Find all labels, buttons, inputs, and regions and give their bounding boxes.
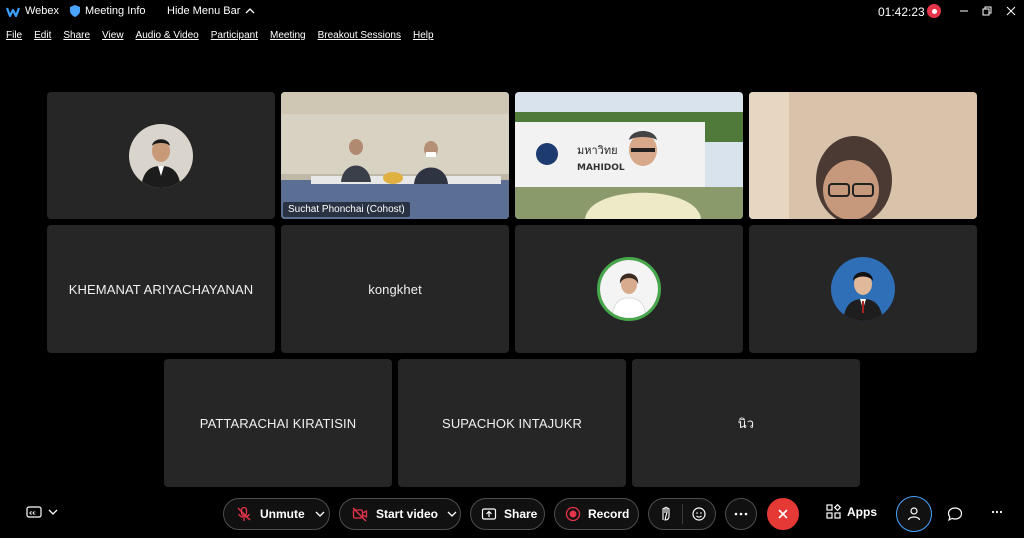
chevron-down-icon[interactable]	[315, 510, 325, 518]
participant-video-tile[interactable]	[749, 92, 977, 219]
participant-avatar	[597, 257, 661, 321]
apps-button[interactable]: Apps	[826, 504, 877, 519]
reactions-group	[648, 498, 716, 530]
menu-help[interactable]: Help	[413, 30, 434, 41]
chevron-down-icon	[48, 509, 58, 515]
more-icon	[734, 512, 748, 516]
close-icon	[778, 509, 788, 519]
restore-icon	[982, 6, 992, 16]
campus-background-video: มหาวิทย MAHIDOL	[515, 92, 743, 219]
more-panels-button[interactable]	[991, 510, 1003, 514]
hide-menu-label: Hide Menu Bar	[167, 5, 241, 17]
participant-tile[interactable]: PATTARACHAI KIRATISIN	[164, 359, 392, 487]
more-icon	[991, 510, 1003, 514]
share-label: Share	[504, 507, 538, 521]
participant-tile[interactable]	[515, 225, 743, 353]
meeting-room-video	[281, 92, 509, 219]
more-options-button[interactable]	[725, 498, 757, 530]
video-off-icon	[352, 507, 368, 522]
record-icon	[565, 506, 581, 522]
closed-captions-icon: cc	[26, 506, 42, 518]
participant-video-tile[interactable]: Suchat Phonchai (Cohost)	[281, 92, 509, 219]
leave-meeting-button[interactable]	[767, 498, 799, 530]
record-label: Record	[588, 507, 630, 521]
menu-participant[interactable]: Participant	[211, 30, 258, 41]
participant-tile[interactable]: kongkhet	[281, 225, 509, 353]
participant-name: KHEMANAT ARIYACHAYANAN	[68, 281, 254, 297]
record-button[interactable]: Record	[554, 498, 639, 530]
hide-menu-bar-button[interactable]: Hide Menu Bar	[167, 5, 255, 17]
close-window-button[interactable]	[1002, 3, 1020, 19]
participant-name: kongkhet	[368, 281, 422, 297]
participant-name: PATTARACHAI KIRATISIN	[199, 415, 357, 431]
chevron-down-icon[interactable]	[447, 510, 457, 518]
captions-button[interactable]: cc	[26, 506, 58, 518]
meeting-timer: 01:42:23	[878, 5, 925, 19]
participant-tile[interactable]: KHEMANAT ARIYACHAYANAN	[47, 225, 275, 353]
participant-name-label: Suchat Phonchai (Cohost)	[283, 202, 410, 217]
raise-hand-icon[interactable]	[658, 506, 674, 522]
muted-microphone-icon	[237, 506, 251, 521]
menu-audio-video[interactable]: Audio & Video	[136, 30, 199, 41]
app-title: Webex	[6, 5, 59, 17]
minimize-icon	[960, 10, 968, 12]
participants-icon	[907, 507, 921, 521]
start-video-label: Start video	[376, 507, 439, 521]
title-bar: Webex Meeting Info Hide Menu Bar 01:42:2…	[0, 0, 1024, 24]
participant-avatar	[129, 123, 193, 188]
unmute-button[interactable]: Unmute	[223, 498, 330, 530]
close-icon	[1006, 6, 1016, 16]
start-video-button[interactable]: Start video	[339, 498, 461, 530]
apps-grid-icon	[826, 504, 841, 519]
participant-name: นิว	[737, 415, 755, 431]
reaction-emoji-icon[interactable]	[691, 506, 707, 522]
menu-share[interactable]: Share	[63, 30, 90, 41]
app-name: Webex	[25, 5, 60, 17]
meeting-info-label: Meeting Info	[85, 5, 146, 17]
share-button[interactable]: Share	[470, 498, 545, 530]
chevron-up-icon	[245, 8, 255, 14]
unmute-label: Unmute	[260, 507, 305, 521]
menu-bar: File Edit Share View Audio & Video Parti…	[6, 30, 446, 41]
webex-logo-icon	[6, 7, 20, 17]
menu-meeting[interactable]: Meeting	[270, 30, 306, 41]
participant-tile[interactable]	[47, 92, 275, 219]
restore-button[interactable]	[978, 3, 996, 19]
share-screen-icon	[481, 508, 497, 520]
participant-video	[749, 92, 977, 219]
participant-avatar	[831, 257, 895, 321]
svg-text:มหาวิทย: มหาวิทย	[577, 144, 618, 157]
participant-tile[interactable]: SUPACHOK INTAJUKR	[398, 359, 626, 487]
participant-tile[interactable]: นิว	[632, 359, 860, 487]
meeting-info-button[interactable]: Meeting Info	[70, 5, 146, 17]
minimize-button[interactable]	[955, 3, 973, 19]
participant-tile[interactable]	[749, 225, 977, 353]
shield-icon	[70, 5, 80, 17]
chat-button[interactable]	[947, 506, 963, 522]
menu-file[interactable]: File	[6, 30, 22, 41]
menu-edit[interactable]: Edit	[34, 30, 51, 41]
svg-text:cc: cc	[29, 511, 36, 517]
recording-indicator-icon	[927, 4, 941, 18]
chat-icon	[947, 507, 963, 522]
participant-video-tile[interactable]: มหาวิทย MAHIDOL	[515, 92, 743, 219]
menu-breakout-sessions[interactable]: Breakout Sessions	[318, 30, 401, 41]
svg-text:MAHIDOL: MAHIDOL	[577, 163, 625, 173]
participants-panel-button[interactable]	[896, 496, 932, 532]
apps-label: Apps	[847, 504, 877, 519]
meeting-controls-bar: cc Unmute Start video Share Record Apps	[0, 496, 1024, 534]
menu-view[interactable]: View	[102, 30, 124, 41]
participant-name: SUPACHOK INTAJUKR	[442, 415, 582, 431]
